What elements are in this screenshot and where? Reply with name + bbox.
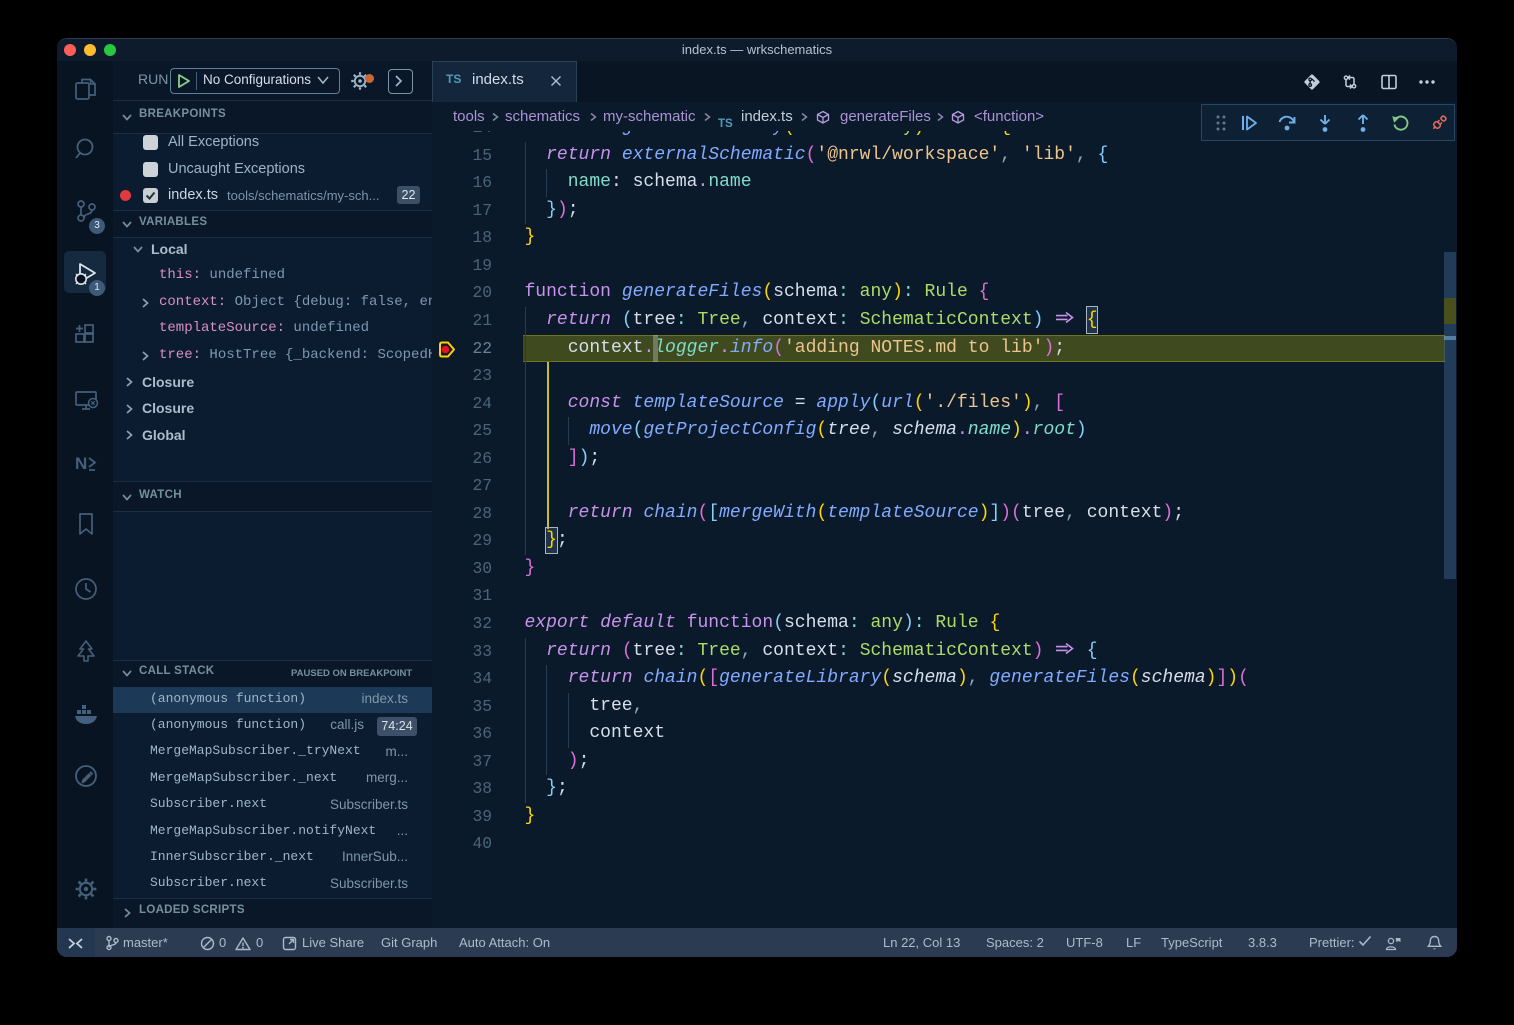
svg-text:N: N <box>75 454 87 473</box>
